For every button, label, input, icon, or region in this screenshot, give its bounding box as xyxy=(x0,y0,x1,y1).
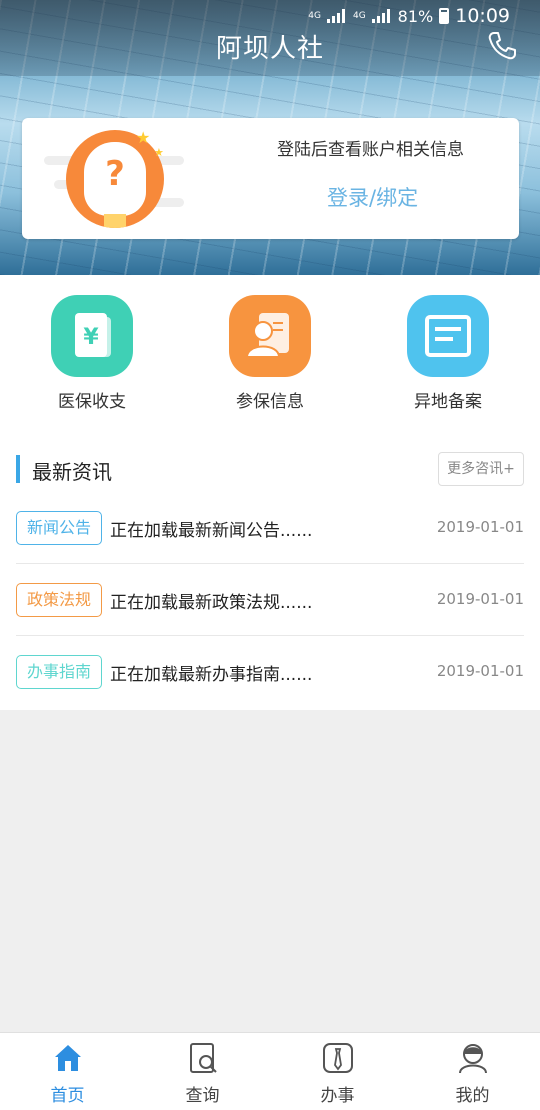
home-icon xyxy=(54,1045,81,1071)
nav-label: 首页 xyxy=(50,1086,85,1106)
login-bind-button[interactable]: 登录/绑定 xyxy=(327,182,418,212)
news-title: 最新资讯 xyxy=(32,460,112,484)
user-icon xyxy=(458,1044,487,1074)
news-tag: 政策法规 xyxy=(16,583,102,617)
header-banner: 4G 4G 81% 10:09 阿坝人社 ? ★ ★ 登陆后查看账户相关信息 登… xyxy=(0,0,540,275)
news-tag: 新闻公告 xyxy=(16,511,102,545)
login-hint: 登陆后查看账户相关信息 xyxy=(277,140,464,160)
signal-icon-2 xyxy=(371,9,392,23)
section-accent-bar xyxy=(16,455,20,483)
svg-text:¥: ¥ xyxy=(83,325,99,350)
action-label: 参保信息 xyxy=(236,392,304,412)
news-date: 2019-01-01 xyxy=(436,590,524,608)
star-icon-small: ★ xyxy=(154,146,164,159)
nav-home[interactable]: 首页 xyxy=(0,1033,135,1110)
nav-query[interactable]: 查询 xyxy=(135,1033,270,1110)
news-section: 最新资讯 更多咨讯+ 新闻公告 正在加载最新新闻公告...... 2019-01… xyxy=(0,430,540,710)
action-label: 异地备案 xyxy=(414,392,482,412)
avatar-illustration: ? ★ ★ xyxy=(44,128,184,228)
bottom-nav: 首页 查询 办事 我的 xyxy=(0,1032,540,1110)
page-title: 阿坝人社 xyxy=(215,34,324,64)
nav-mine[interactable]: 我的 xyxy=(405,1033,540,1110)
news-text: 正在加载最新办事指南...... xyxy=(110,665,313,685)
action-label: 医保收支 xyxy=(58,392,126,412)
battery-percent: 81% xyxy=(397,6,434,26)
search-doc-icon xyxy=(189,1043,217,1073)
more-news-button[interactable]: 更多咨讯+ xyxy=(438,452,524,486)
news-date: 2019-01-01 xyxy=(436,518,524,536)
nav-label: 查询 xyxy=(185,1086,220,1106)
person-card-icon xyxy=(229,295,311,377)
login-card: ? ★ ★ 登陆后查看账户相关信息 登录/绑定 xyxy=(22,118,519,239)
news-header: 最新资讯 更多咨讯+ xyxy=(0,450,540,490)
clock: 10:09 xyxy=(455,5,510,27)
nav-label: 办事 xyxy=(320,1086,355,1106)
action-remote-filing[interactable]: 异地备案 xyxy=(378,295,518,412)
yuan-document-icon: ¥ xyxy=(51,295,133,377)
tie-icon xyxy=(322,1043,353,1073)
news-text: 正在加载最新新闻公告...... xyxy=(110,521,313,541)
status-bar: 4G 4G 81% 10:09 xyxy=(308,4,510,28)
form-icon xyxy=(407,295,489,377)
action-medical-insurance[interactable]: ¥ 医保收支 xyxy=(22,295,162,412)
star-icon: ★ xyxy=(136,128,151,147)
nav-label: 我的 xyxy=(455,1086,490,1106)
signal-icon xyxy=(326,9,347,23)
news-row[interactable]: 办事指南 正在加载最新办事指南...... 2019-01-01 xyxy=(0,636,540,708)
news-text: 正在加载最新政策法规...... xyxy=(110,593,313,613)
quick-actions: ¥ 医保收支 参保信息 异地备案 xyxy=(0,275,540,430)
network-label-2: 4G xyxy=(352,10,366,21)
news-date: 2019-01-01 xyxy=(436,662,524,680)
news-row[interactable]: 政策法规 正在加载最新政策法规...... 2019-01-01 xyxy=(0,564,540,636)
nav-service[interactable]: 办事 xyxy=(270,1033,405,1110)
news-row[interactable]: 新闻公告 正在加载最新新闻公告...... 2019-01-01 xyxy=(0,492,540,564)
network-label-1: 4G xyxy=(308,10,321,21)
battery-icon xyxy=(439,8,450,24)
phone-icon[interactable] xyxy=(486,30,518,62)
news-tag: 办事指南 xyxy=(16,655,102,689)
action-insurance-info[interactable]: 参保信息 xyxy=(200,295,340,412)
